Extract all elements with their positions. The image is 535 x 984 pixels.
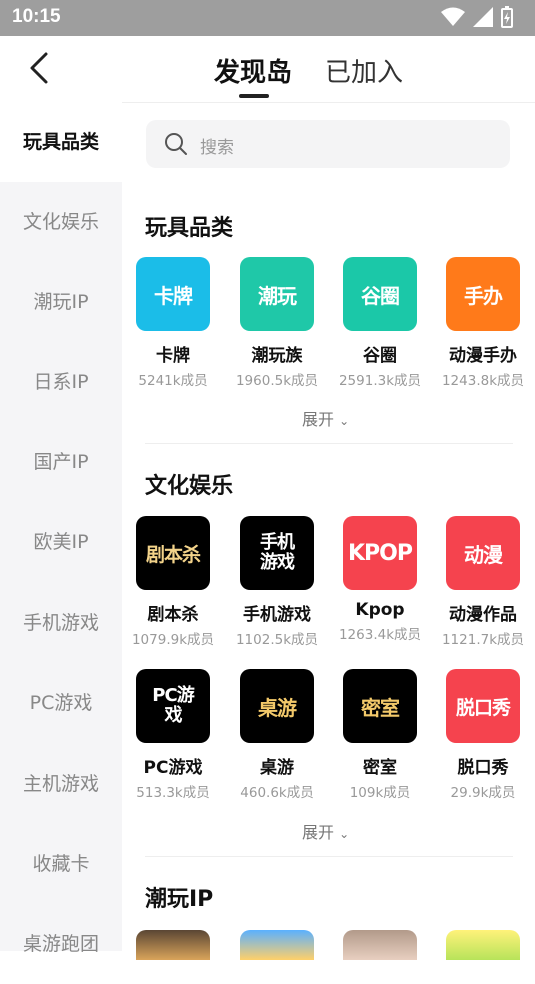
category-logo: 卡牌 — [136, 257, 210, 331]
member-count: 29.9k成员 — [450, 785, 516, 801]
search-input[interactable]: 搜索 — [146, 120, 510, 168]
category-logo[interactable] — [446, 930, 520, 960]
category-logo[interactable] — [240, 930, 314, 960]
category-logo: 手办 — [446, 257, 520, 331]
sidebar-item-board-games[interactable]: 桌游跑团 — [0, 904, 122, 984]
category-name: 谷圈 — [363, 346, 397, 366]
sidebar-item-culture[interactable]: 文化娱乐 — [0, 182, 122, 262]
category-logo: 桌游 — [240, 669, 314, 743]
sidebar-item-trend-ip[interactable]: 潮玩IP — [0, 262, 122, 342]
category-name: 动漫作品 — [449, 605, 517, 625]
member-count: 1102.5k成员 — [235, 632, 319, 648]
category-card[interactable]: 谷圈 谷圈 2591.3k成员 — [330, 257, 430, 389]
member-count: 1243.8k成员 — [441, 373, 525, 389]
category-logo: 密室 — [343, 669, 417, 743]
section-divider — [145, 443, 513, 444]
status-bar: 10:15 — [0, 0, 535, 36]
sidebar-item-mobile-games[interactable]: 手机游戏 — [0, 583, 122, 663]
category-name: 潮玩族 — [251, 346, 303, 366]
status-time: 10:15 — [12, 6, 61, 27]
tab-discover[interactable]: 发现岛 — [214, 52, 292, 89]
search-placeholder: 搜索 — [200, 138, 234, 158]
expand-button[interactable]: 展开 ⌄ — [302, 819, 349, 843]
category-name: 手机游戏 — [243, 605, 311, 625]
category-logo: 动漫 — [446, 516, 520, 590]
member-count: 1263.4k成员 — [338, 627, 422, 643]
category-card[interactable]: 潮玩 潮玩族 1960.5k成员 — [227, 257, 327, 389]
category-card[interactable]: 桌游 桌游 460.6k成员 — [227, 669, 327, 801]
member-count: 1960.5k成员 — [235, 373, 319, 389]
category-logo: 潮玩 — [240, 257, 314, 331]
chevron-down-icon: ⌄ — [339, 414, 350, 428]
category-name: 剧本杀 — [147, 605, 199, 625]
category-name: 卡牌 — [156, 346, 190, 366]
sidebar-item-pc-games[interactable]: PC游戏 — [0, 663, 122, 743]
signal-icon — [473, 7, 493, 27]
category-card[interactable]: KPOP Kpop 1263.4k成员 — [330, 516, 430, 643]
category-name: 脱口秀 — [457, 758, 509, 778]
category-logo[interactable] — [136, 930, 210, 960]
sidebar-item-console-games[interactable]: 主机游戏 — [0, 744, 122, 824]
back-arrow-icon[interactable] — [26, 50, 56, 86]
sidebar-item-china-ip[interactable]: 国产IP — [0, 422, 122, 502]
category-name: Kpop — [355, 600, 405, 620]
member-count: 2591.3k成员 — [338, 373, 422, 389]
section-title-culture: 文化娱乐 — [145, 474, 234, 499]
category-card[interactable]: 动漫 动漫作品 1121.7k成员 — [433, 516, 533, 648]
category-logo: 脱口秀 — [446, 669, 520, 743]
member-count: 1079.9k成员 — [131, 632, 215, 648]
category-name: 密室 — [363, 758, 397, 778]
category-logo: KPOP — [343, 516, 417, 590]
chevron-down-icon: ⌄ — [339, 827, 350, 841]
section-title-trend-ip: 潮玩IP — [145, 887, 214, 912]
member-count: 460.6k成员 — [240, 785, 314, 801]
category-name: 桌游 — [260, 758, 294, 778]
sidebar-item-toys[interactable]: 玩具品类 — [0, 102, 122, 182]
wifi-icon — [441, 7, 465, 26]
tab-joined[interactable]: 已加入 — [325, 52, 403, 89]
expand-label: 展开 — [302, 823, 335, 842]
member-count: 5241k成员 — [138, 373, 208, 389]
expand-button[interactable]: 展开 ⌄ — [302, 406, 349, 430]
category-logo: 谷圈 — [343, 257, 417, 331]
category-name: 动漫手办 — [449, 346, 517, 366]
category-card[interactable]: 脱口秀 脱口秀 29.9k成员 — [433, 669, 533, 801]
category-logo: 剧本杀 — [136, 516, 210, 590]
category-name: PC游戏 — [143, 758, 203, 778]
category-sidebar: 玩具品类 文化娱乐 潮玩IP 日系IP 国产IP 欧美IP 手机游戏 PC游戏 … — [0, 102, 122, 955]
section-divider — [145, 856, 513, 857]
category-logo: 手机游戏 — [240, 516, 314, 590]
battery-icon — [501, 6, 513, 28]
category-card[interactable]: 密室 密室 109k成员 — [330, 669, 430, 801]
sidebar-item-japan-ip[interactable]: 日系IP — [0, 342, 122, 422]
status-icons — [441, 6, 513, 28]
sidebar-item-western-ip[interactable]: 欧美IP — [0, 502, 122, 582]
category-card[interactable]: 卡牌 卡牌 5241k成员 — [123, 257, 223, 389]
sidebar-item-collectible-cards[interactable]: 收藏卡 — [0, 824, 122, 904]
member-count: 109k成员 — [349, 785, 411, 801]
category-logo[interactable] — [343, 930, 417, 960]
top-nav: 发现岛 已加入 — [0, 36, 535, 103]
member-count: 513.3k成员 — [136, 785, 210, 801]
category-card[interactable]: 手办 动漫手办 1243.8k成员 — [433, 257, 533, 389]
search-icon — [165, 133, 187, 155]
expand-label: 展开 — [302, 410, 335, 429]
category-card[interactable]: PC游戏 PC游戏 513.3k成员 — [123, 669, 223, 801]
category-card[interactable]: 剧本杀 剧本杀 1079.9k成员 — [123, 516, 223, 648]
category-logo: PC游戏 — [136, 669, 210, 743]
section-title-toys: 玩具品类 — [145, 216, 234, 241]
member-count: 1121.7k成员 — [441, 632, 525, 648]
active-tab-indicator — [239, 94, 269, 98]
category-card[interactable]: 手机游戏 手机游戏 1102.5k成员 — [227, 516, 327, 648]
